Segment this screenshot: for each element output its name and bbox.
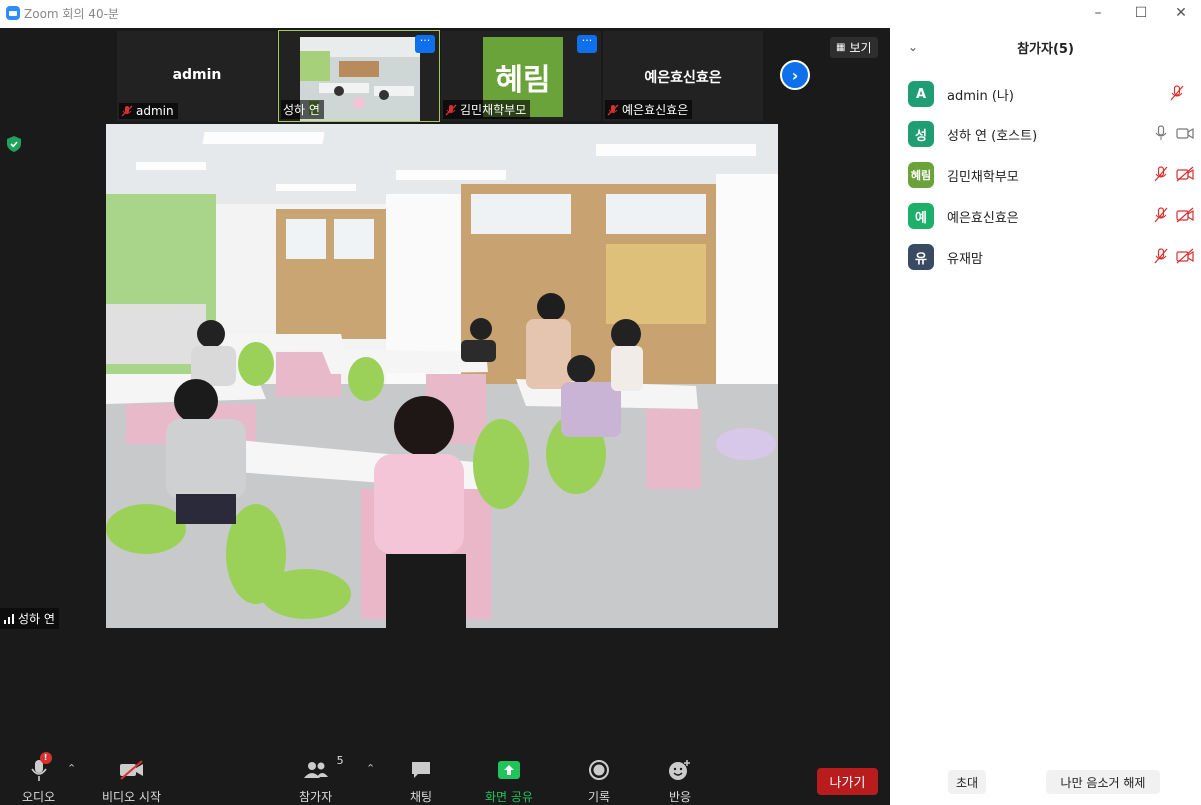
reactions-button[interactable]: 반응 <box>668 758 692 805</box>
mic-muted-icon[interactable] <box>1170 85 1184 101</box>
participant-row[interactable]: 예 예은효신효은 <box>908 203 1198 229</box>
participant-name: 김민채학부모 <box>947 169 1019 185</box>
thumbnail-strip: admin admin ··· 성하 연 혜림 ··· 김민채학부모 예은효신효… <box>116 30 764 122</box>
participant-avatar: A <box>908 81 934 107</box>
meeting-toolbar: ! 오디오 ⌃ 비디오 시작 5 참가자 ⌃ 채팅 화면 공유 기록 반응 나가… <box>0 728 890 805</box>
close-button[interactable]: ✕ <box>1158 0 1201 26</box>
microphone-icon[interactable] <box>1154 125 1168 141</box>
mic-muted-icon[interactable] <box>1154 166 1168 182</box>
participant-status-icons <box>1154 248 1194 264</box>
chat-button[interactable]: 채팅 <box>410 758 432 805</box>
thumbnail-yeeun[interactable]: 예은효신효은 예은효신효은 <box>602 30 764 122</box>
video-stage: admin admin ··· 성하 연 혜림 ··· 김민채학부모 예은효신효… <box>0 28 890 805</box>
window-title: Zoom 회의 40-분 <box>24 7 119 21</box>
thumbnail-kimminchae[interactable]: 혜림 ··· 김민채학부모 <box>440 30 602 122</box>
mic-muted-icon <box>445 104 457 115</box>
participants-options-caret-icon[interactable]: ⌃ <box>366 762 375 775</box>
participant-status-icons <box>1154 207 1194 223</box>
thumbnail-name: admin <box>136 104 174 118</box>
active-speaker-video <box>106 124 778 628</box>
participant-status-icons <box>1154 166 1194 182</box>
thumbnail-name-tag: 성하 연 <box>281 100 324 119</box>
audio-label: 오디오 <box>22 790 56 804</box>
record-label: 기록 <box>588 790 611 804</box>
share-screen-icon <box>497 761 520 779</box>
participant-name: 예은효신효은 <box>947 210 1019 226</box>
participant-row[interactable]: 성 성하 연 (호스트) <box>908 121 1198 147</box>
video-camera-icon[interactable] <box>1176 125 1194 141</box>
participants-icon <box>303 762 328 778</box>
participant-name: admin (나) <box>947 88 1014 104</box>
active-speaker-name: 성하 연 <box>18 612 55 626</box>
mic-muted-icon <box>607 104 619 115</box>
thumbnail-name: 성하 연 <box>283 103 320 117</box>
record-button[interactable]: 기록 <box>588 758 610 805</box>
participant-row[interactable]: 유 유재맘 <box>908 244 1198 270</box>
thumbnail-display-name: admin <box>172 67 222 83</box>
start-video-label: 비디오 시작 <box>102 790 162 804</box>
audio-warning-badge: ! <box>39 752 52 764</box>
thumbnail-display-name: 예은효신효은 <box>644 70 722 86</box>
start-video-button[interactable]: 비디오 시작 <box>102 758 161 805</box>
participants-button[interactable]: 5 참가자 <box>299 754 344 805</box>
leave-button[interactable]: 나가기 <box>817 768 878 795</box>
participant-name: 유재맘 <box>947 251 983 267</box>
more-options-button[interactable]: ··· <box>415 35 435 53</box>
title-bar: Zoom 회의 40-분 – ☐ ✕ <box>0 0 1201 28</box>
thumbnail-admin[interactable]: admin admin <box>116 30 278 122</box>
mic-muted-icon[interactable] <box>1154 207 1168 223</box>
thumbnail-seongha[interactable]: ··· 성하 연 <box>278 30 440 122</box>
unmute-me-button[interactable]: 나만 음소거 해제 <box>1046 770 1160 794</box>
invite-button[interactable]: 초대 <box>948 770 986 794</box>
audio-button[interactable]: ! 오디오 <box>22 752 56 805</box>
participant-row[interactable]: 혜림 김민채학부모 <box>908 162 1198 188</box>
record-icon <box>589 760 610 780</box>
share-screen-button[interactable]: 화면 공유 <box>485 758 533 805</box>
reactions-label: 반응 <box>668 790 692 804</box>
thumbnail-name: 김민채학부모 <box>460 103 527 117</box>
shield-icon[interactable] <box>7 136 21 152</box>
participant-name: 성하 연 (호스트) <box>947 128 1038 144</box>
grid-icon: ▦ <box>836 42 846 53</box>
thumbnail-name: 예은효신효은 <box>622 103 689 117</box>
participant-status-icons <box>1170 85 1184 101</box>
participant-status-icons <box>1154 125 1194 141</box>
participant-avatar: 유 <box>908 244 934 270</box>
signal-bars-icon <box>4 613 14 624</box>
panel-header: ⌄ 참가자(5) <box>890 38 1201 60</box>
video-off-icon <box>119 760 143 780</box>
more-options-button[interactable]: ··· <box>577 35 597 53</box>
chat-label: 채팅 <box>410 790 433 804</box>
active-speaker-name-tag: 성하 연 <box>0 608 59 629</box>
zoom-logo-icon <box>6 6 20 20</box>
minimize-button[interactable]: – <box>1075 0 1121 26</box>
thumbnail-name-tag: admin <box>119 103 178 119</box>
participant-avatar: 혜림 <box>908 162 934 188</box>
view-button[interactable]: ▦ 보기 <box>830 37 878 58</box>
participants-count: 5 <box>336 754 344 767</box>
chat-icon <box>412 762 431 778</box>
reaction-emoji-icon <box>669 760 690 780</box>
panel-title: 참가자(5) <box>1017 42 1074 57</box>
next-page-arrow-icon[interactable]: › <box>780 60 810 90</box>
video-off-icon[interactable] <box>1176 207 1194 223</box>
thumbnail-name-tag: 김민채학부모 <box>443 100 531 119</box>
video-off-icon[interactable] <box>1176 166 1194 182</box>
share-screen-label: 화면 공유 <box>485 790 533 804</box>
participants-panel: ⌄ 참가자(5) A admin (나) 성 성하 연 (호스트) 혜림 김민채… <box>890 28 1201 805</box>
video-off-icon[interactable] <box>1176 248 1194 264</box>
thumbnail-name-tag: 예은효신효은 <box>605 100 693 119</box>
participant-avatar: 성 <box>908 121 934 147</box>
view-button-label: 보기 <box>849 41 872 55</box>
classroom-video-image <box>106 124 778 628</box>
audio-options-caret-icon[interactable]: ⌃ <box>67 762 76 775</box>
participants-label: 참가자 <box>299 790 333 804</box>
participant-row[interactable]: A admin (나) <box>908 81 1198 107</box>
mic-muted-icon <box>121 105 133 117</box>
participant-avatar: 예 <box>908 203 934 229</box>
mic-muted-icon[interactable] <box>1154 248 1168 264</box>
